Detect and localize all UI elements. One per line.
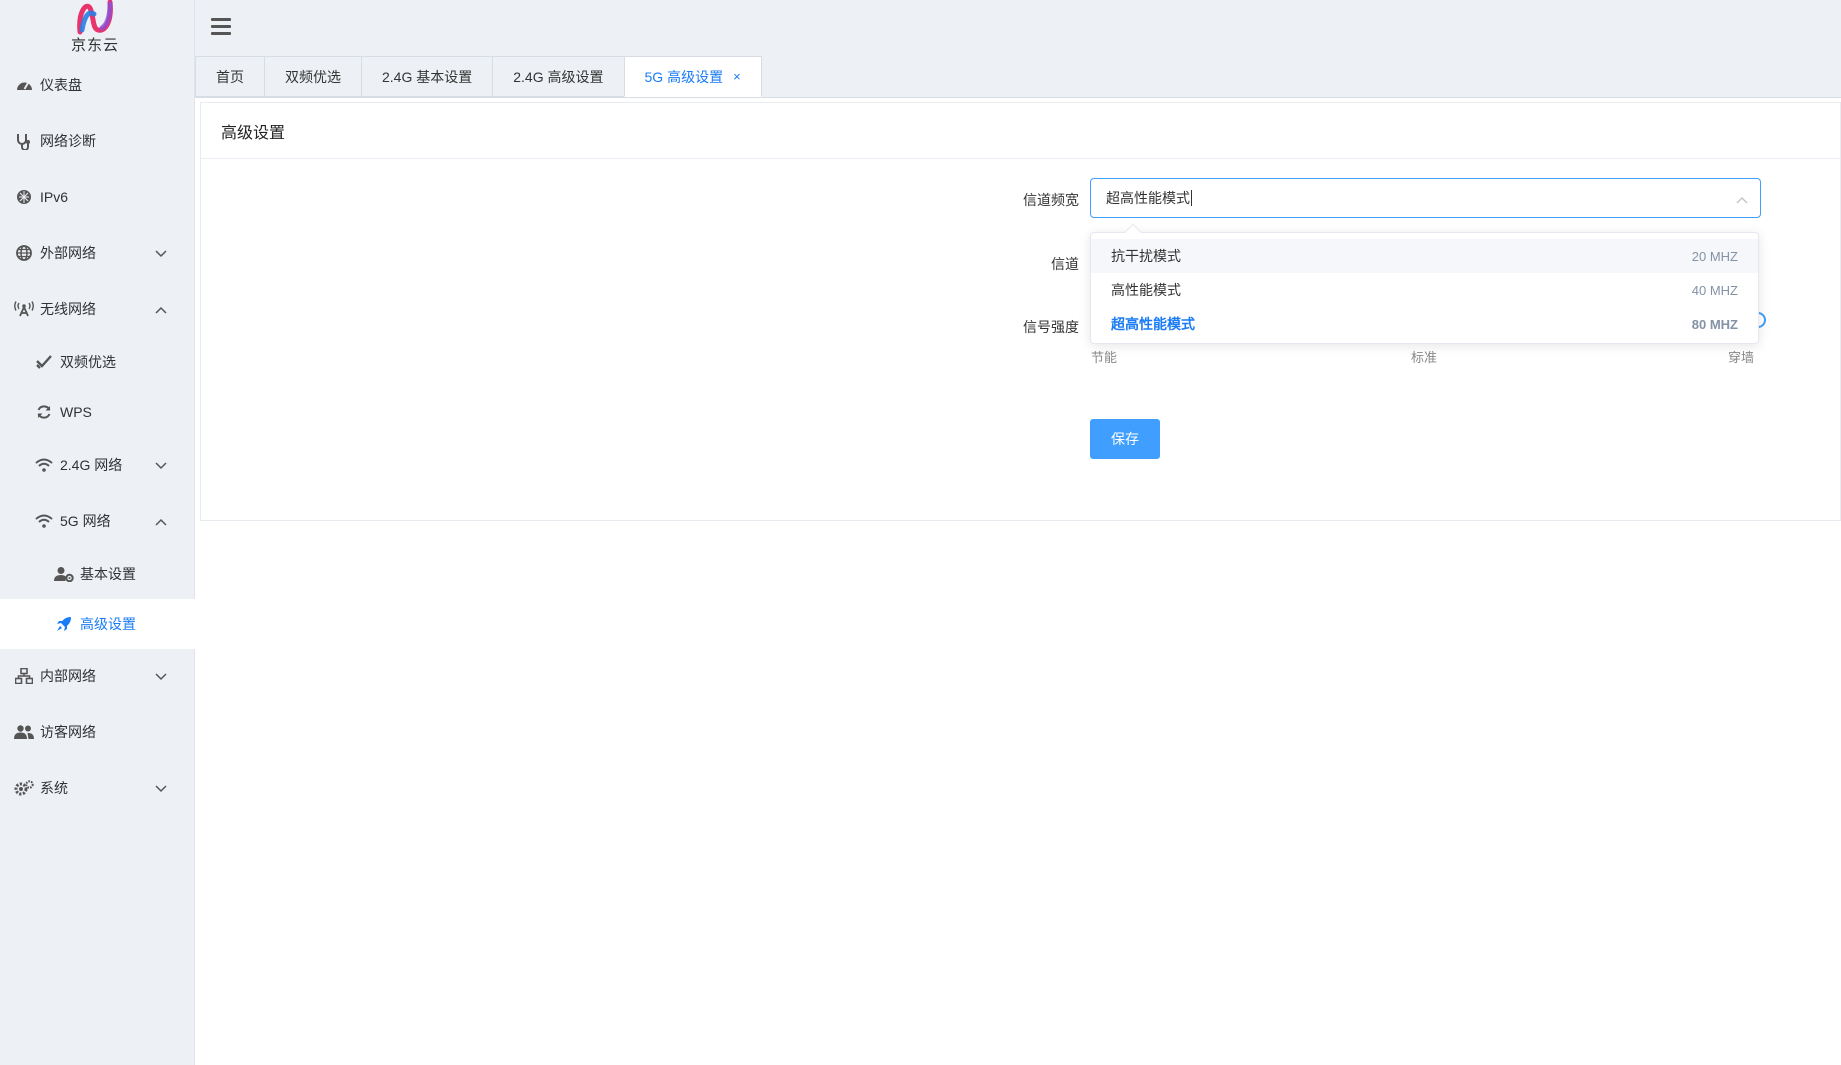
dropdown-option[interactable]: 高性能模式 40 MHZ (1091, 273, 1758, 307)
sidebar-item-wireless[interactable]: 无线网络 (0, 284, 195, 334)
sidebar-item-label: 访客网络 (40, 724, 96, 740)
network-icon (14, 666, 34, 686)
stethoscope-icon (14, 131, 34, 151)
tab-label: 首页 (216, 68, 244, 85)
slider-label-low: 节能 (1091, 350, 1118, 365)
sidebar-item-label: 基本设置 (80, 566, 136, 582)
bandwidth-dropdown: 抗干扰模式 20 MHZ 高性能模式 40 MHZ 超高性能模式 80 MHZ (1090, 223, 1759, 344)
sidebar-item-label: 2.4G 网络 (60, 457, 123, 473)
option-bandwidth: 40 MHZ (1691, 282, 1738, 298)
channel-label: 信道 (1051, 256, 1079, 272)
chevron-up-icon (155, 513, 167, 529)
sidebar-item-system[interactable]: 系统 (0, 763, 195, 813)
sidebar: 京东云 仪表盘 网络诊断 IPv6 外部网络 无线网络 双频优选 WPS 2.4… (0, 0, 195, 1065)
chevron-down-icon (155, 457, 167, 473)
bandwidth-label: 信道频宽 (1023, 192, 1079, 208)
slider-label-high: 穿墙 (1728, 350, 1755, 365)
sidebar-item-label: WPS (60, 404, 92, 420)
menu-toggle-icon[interactable] (211, 18, 231, 38)
sidebar-item-ipv6[interactable]: IPv6 (0, 172, 195, 222)
globe-icon (14, 243, 34, 263)
option-bandwidth: 80 MHZ (1691, 316, 1738, 332)
sidebar-item-advanced-settings[interactable]: 高级设置 (0, 599, 195, 649)
signal-strength-label: 信号强度 (1023, 319, 1079, 335)
wifi-icon (34, 511, 54, 531)
ipv6-icon (14, 187, 34, 207)
wifi-icon (34, 455, 54, 475)
sidebar-item-dual-band[interactable]: 双频优选 (0, 337, 195, 387)
option-label: 抗干扰模式 (1111, 248, 1181, 264)
sidebar-item-label: 5G 网络 (60, 513, 111, 529)
wireless-tower-icon (14, 299, 34, 319)
sidebar-item-label: 无线网络 (40, 301, 96, 317)
sidebar-item-label: 仪表盘 (40, 77, 82, 93)
bandwidth-select[interactable]: 超高性能模式 (1090, 178, 1761, 218)
sidebar-item-guest[interactable]: 访客网络 (0, 707, 195, 757)
sidebar-item-label: 网络诊断 (40, 133, 96, 149)
sidebar-item-dashboard[interactable]: 仪表盘 (0, 60, 195, 110)
content-area: 高级设置 信道频宽 超高性能模式 信道 信号强度 节能 标准 穿墙 保存 抗干扰… (195, 97, 1841, 1065)
sync-icon (34, 402, 54, 422)
settings-card: 高级设置 信道频宽 超高性能模式 信道 信号强度 节能 标准 穿墙 保存 抗干扰… (200, 102, 1841, 521)
tab-24g-basic[interactable]: 2.4G 基本设置 (361, 56, 494, 97)
sidebar-item-diagnosis[interactable]: 网络诊断 (0, 116, 195, 166)
tab-label: 5G 高级设置 (644, 68, 724, 85)
chevron-up-icon (155, 301, 167, 317)
users-icon (14, 722, 34, 742)
logo: 京东云 (60, 0, 130, 56)
tab-dual-band[interactable]: 双频优选 (264, 56, 362, 97)
dropdown-option-selected[interactable]: 超高性能模式 80 MHZ (1091, 307, 1758, 341)
sidebar-item-label: 双频优选 (60, 354, 116, 370)
sidebar-item-24g[interactable]: 2.4G 网络 (0, 440, 195, 490)
sidebar-item-label: 高级设置 (80, 616, 136, 632)
sidebar-item-label: 系统 (40, 780, 68, 796)
tab-bar: 首页 双频优选 2.4G 基本设置 2.4G 高级设置 5G 高级设置 × (195, 56, 762, 97)
sidebar-item-5g[interactable]: 5G 网络 (0, 496, 195, 546)
slider-label-mid: 标准 (1411, 350, 1438, 365)
rocket-icon (54, 614, 74, 634)
save-button[interactable]: 保存 (1090, 419, 1160, 459)
option-label: 高性能模式 (1111, 282, 1181, 298)
text-cursor (1191, 190, 1192, 206)
sidebar-item-wps[interactable]: WPS (0, 387, 195, 437)
sidebar-item-label: 内部网络 (40, 668, 96, 684)
tab-home[interactable]: 首页 (195, 56, 265, 97)
chevron-down-icon (155, 780, 167, 796)
sidebar-item-lan[interactable]: 内部网络 (0, 651, 195, 701)
option-bandwidth: 20 MHZ (1691, 248, 1738, 264)
sidebar-item-wan[interactable]: 外部网络 (0, 228, 195, 278)
topbar (195, 0, 1841, 56)
chevron-up-icon (1736, 191, 1748, 207)
dashboard-icon (14, 75, 34, 95)
close-icon[interactable]: × (733, 69, 741, 84)
tab-label: 2.4G 高级设置 (513, 68, 604, 85)
sidebar-item-label: IPv6 (40, 189, 69, 205)
card-title: 高级设置 (201, 103, 1840, 159)
user-cog-icon (54, 564, 74, 584)
option-label: 超高性能模式 (1111, 316, 1195, 332)
double-check-icon (34, 352, 54, 372)
bandwidth-select-value: 超高性能模式 (1106, 190, 1190, 206)
logo-text: 京东云 (70, 37, 119, 54)
tab-24g-advanced[interactable]: 2.4G 高级设置 (492, 56, 625, 97)
dropdown-option[interactable]: 抗干扰模式 20 MHZ (1091, 239, 1758, 273)
tab-label: 2.4G 基本设置 (382, 68, 473, 85)
sidebar-item-basic-settings[interactable]: 基本设置 (0, 549, 195, 599)
chevron-down-icon (155, 245, 167, 261)
sidebar-item-label: 外部网络 (40, 245, 96, 261)
dropdown-pointer (1124, 223, 1142, 241)
jdcloud-logo-icon (77, 0, 113, 35)
chevron-down-icon (155, 668, 167, 684)
tab-5g-advanced[interactable]: 5G 高级设置 × (623, 56, 762, 97)
cogs-icon (14, 778, 34, 798)
tab-label: 双频优选 (285, 68, 341, 85)
